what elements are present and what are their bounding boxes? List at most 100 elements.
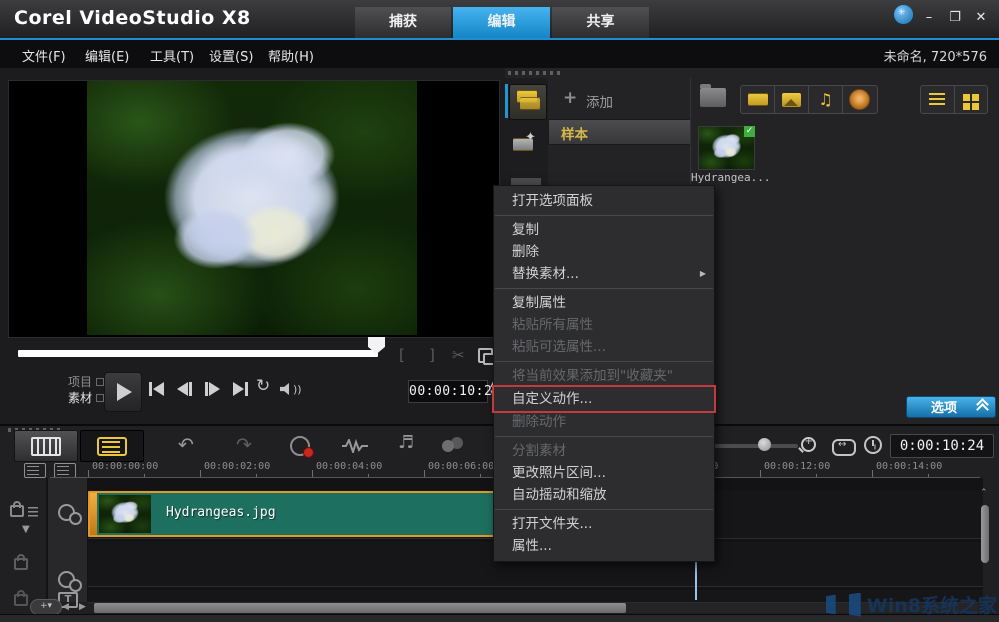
menu-item: 分割素材 [494,440,714,462]
storyboard-view-button[interactable] [14,430,78,462]
maximize-button[interactable]: ❐ [946,9,964,27]
lock-icon-2[interactable] [14,594,28,606]
plus-icon[interactable]: + [563,88,577,108]
tab-share[interactable]: 共享 [552,7,649,38]
menu-file[interactable]: 文件(F) [22,46,66,65]
ripple-edit-icon[interactable] [10,502,38,521]
next-frame-button[interactable] [205,380,220,398]
timeline-timecode[interactable]: 0:00:10:24 [890,434,994,458]
lock-icon[interactable] [14,558,28,570]
menu-item: 粘贴可选属性... [494,336,714,358]
track-manager-icon[interactable] [24,463,46,478]
timeline-view-button[interactable] [80,430,144,462]
menu-item[interactable]: 替换素材...▶ [494,263,714,285]
scroll-up-icon[interactable]: ⌃ [980,488,988,498]
fit-timeline-icon[interactable] [832,439,856,456]
windows-logo-icon [826,594,848,616]
view-mode-group [920,85,988,114]
add-folder-label[interactable]: 添加 [586,91,613,111]
menu-item[interactable]: 更改照片区间... [494,462,714,484]
clip-name: Hydrangeas.jpg [166,505,276,520]
enlarge-preview-icon[interactable] [478,348,493,363]
library-rail-hidden-icon[interactable] [511,178,541,185]
track-transparency-icon[interactable] [442,440,454,452]
panel-drag-handle[interactable] [508,71,560,75]
add-track-icon[interactable] [54,463,76,478]
menu-item[interactable]: 打开选项面板 [494,190,714,212]
menu-help[interactable]: 帮助(H) [268,46,314,65]
zoom-in-icon[interactable] [801,437,816,452]
library-category-sample[interactable]: 样本 [548,119,691,145]
list-view-icon[interactable] [921,86,955,113]
volume-button[interactable]: )) [280,380,302,398]
clip-trim-handle[interactable] [90,493,97,535]
menu-separator [495,361,713,362]
record-capture-button[interactable] [290,436,310,456]
project-info: 未命名, 720*576 [884,46,987,65]
auto-music-icon[interactable]: ♬ [398,432,414,453]
split-clip-icon[interactable]: ✂ [452,346,465,364]
overlay-track-icon[interactable] [58,571,75,588]
home-button[interactable] [149,380,164,398]
preview-timecode[interactable]: 00:00:10:23 [408,380,488,403]
tab-edit[interactable]: 编辑 [453,7,550,38]
project-mode-label[interactable]: 项目 [68,373,104,390]
undo-button[interactable]: ↶ [178,434,194,456]
repeat-button[interactable]: ↻ [256,376,270,396]
motion-filter-icon[interactable] [843,86,876,113]
close-button[interactable]: ✕ [972,9,990,27]
sound-mixer-icon[interactable] [342,438,368,457]
menu-item[interactable]: 属性... [494,535,714,557]
clip-mode-label[interactable]: 素材 [68,389,104,406]
menu-item: 删除动作 [494,411,714,433]
menu-settings[interactable]: 设置(S) [209,46,253,65]
end-button[interactable] [233,380,248,398]
ruler-label: 00:00:04:00 [316,461,382,472]
redo-button[interactable]: ↷ [236,434,252,456]
menu-item[interactable]: 自动摇动和缩放 [494,484,714,506]
h-scrollbar-thumb[interactable] [94,603,626,613]
play-button[interactable] [104,372,142,412]
add-track-button[interactable]: +▾ [30,599,62,615]
tab-capture[interactable]: 捕获 [355,7,451,38]
menu-item[interactable]: 复制 [494,219,714,241]
preview-image [87,81,417,335]
options-button[interactable]: 选项 [906,396,996,418]
application-window: Corel VideoStudio X8 捕获 编辑 共享 ✳ – ❐ ✕ 文件… [0,0,999,622]
mark-in-button[interactable]: [ [399,346,405,364]
mark-out-button[interactable]: ] [429,346,435,364]
ruler-label: 00:00:14:00 [876,461,942,472]
show-audio-icon[interactable]: ♫ [809,86,843,113]
library-thumbnail[interactable]: ✓ [698,126,755,170]
menu-edit[interactable]: 编辑(E) [85,46,129,65]
rail-selection-bar [505,84,508,118]
v-scrollbar-thumb[interactable] [981,505,989,563]
zoom-slider[interactable] [712,444,798,448]
ruler-label: 00:00:12:00 [764,461,830,472]
menu-item[interactable]: 打开文件夹... [494,513,714,535]
globe-icon[interactable]: ✳ [894,5,913,24]
instant-project-icon[interactable]: ✦ [511,130,541,160]
folder-icon[interactable] [700,88,726,107]
scroll-left-icon[interactable]: ◀ [62,602,69,612]
zoom-slider-knob[interactable] [758,438,771,451]
show-photos-icon[interactable] [775,86,809,113]
show-videos-icon[interactable] [741,86,775,113]
chevron-down-icon[interactable]: ▼ [22,524,30,535]
grid-view-icon[interactable] [955,86,988,113]
media-library-icon[interactable] [509,84,547,120]
menu-item[interactable]: 复制属性 [494,292,714,314]
video-track-icon[interactable] [58,504,75,521]
seek-bar[interactable] [18,350,378,357]
prev-frame-button[interactable] [177,380,192,398]
scroll-right-icon[interactable]: ▶ [79,602,86,612]
menu-separator [495,288,713,289]
minimize-button[interactable]: – [920,9,938,27]
menu-tools[interactable]: 工具(T) [150,46,194,65]
duration-clock-icon[interactable] [864,436,882,454]
menu-item[interactable]: 删除 [494,241,714,263]
clip-mode-mark [96,394,104,402]
submenu-arrow-icon: ▶ [700,263,706,285]
menu-item[interactable]: 自定义动作... [494,387,714,411]
watermark: Win8系统之家 [826,591,997,618]
